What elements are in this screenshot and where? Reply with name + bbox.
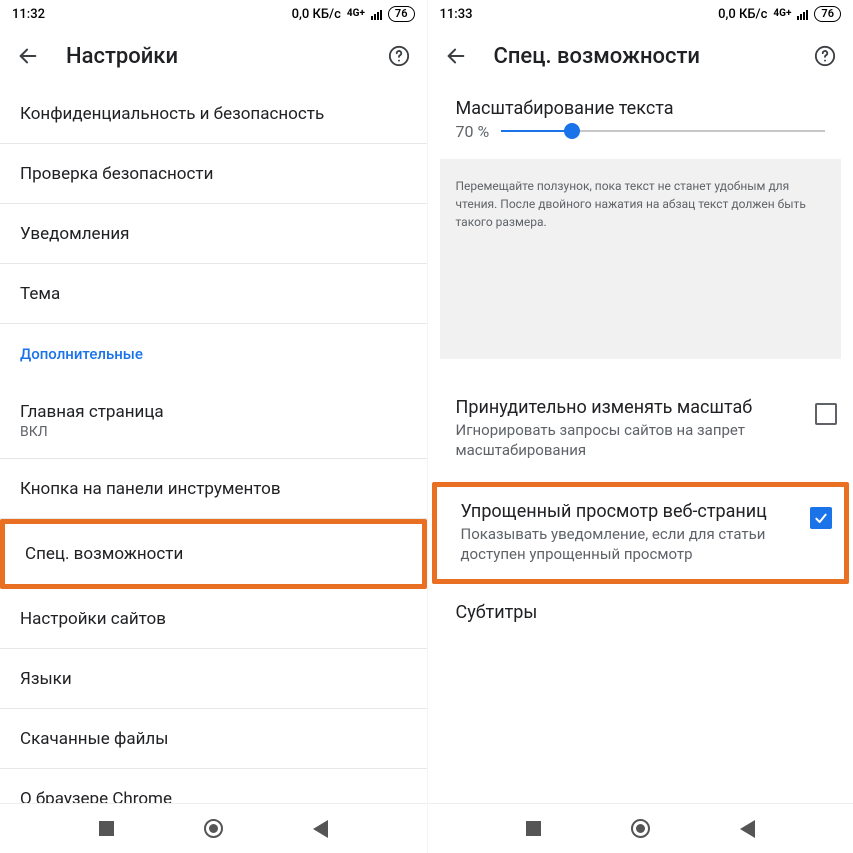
nav-back-icon[interactable] [313,820,328,838]
preview-text: Перемещайте ползунок, пока текст не стан… [456,177,826,231]
text-scaling-value: 70 % [456,122,490,141]
status-network: 4G+ [347,9,365,19]
text-scaling-section: Масштабирование текста 70 % [428,84,853,151]
preview-box: Перемещайте ползунок, пока текст не стан… [440,159,842,359]
setting-title: Принудительно изменять масштаб [456,397,804,418]
row-label: Уведомления [20,224,407,244]
settings-row-homepage[interactable]: Главная страница ВКЛ [0,384,427,459]
app-bar: Спец. возможности [428,28,853,84]
settings-row-notifications[interactable]: Уведомления [0,204,427,264]
setting-sub: Показывать уведомление, если для статьи … [461,524,799,565]
slider-thumb[interactable] [564,123,580,139]
setting-row-force-zoom[interactable]: Принудительно изменять масштаб Игнориров… [428,383,853,476]
nav-recents-icon[interactable] [99,821,114,836]
signal-icon [371,8,382,20]
status-time: 11:33 [440,7,473,22]
app-bar: Настройки [0,28,427,84]
checkbox-force-zoom[interactable] [815,403,837,425]
settings-row-downloads[interactable]: Скачанные файлы [0,709,427,769]
row-label: Скачанные файлы [20,729,407,749]
status-network: 4G+ [773,9,791,19]
nav-home-icon[interactable] [631,819,650,838]
nav-bar [0,803,427,853]
category-label: Дополнительные [20,345,407,363]
nav-bar [428,803,853,853]
settings-row-site-settings[interactable]: Настройки сайтов [0,589,427,649]
settings-row-privacy[interactable]: Конфиденциальность и безопасность [0,84,427,144]
signal-icon [797,8,808,20]
checkbox-simplified-view[interactable] [810,507,832,529]
row-label: Спец. возможности [25,544,402,564]
settings-row-toolbar-button[interactable]: Кнопка на панели инструментов [0,459,427,519]
status-data-rate: 0,0 КБ/с [292,7,341,22]
help-icon[interactable] [385,42,413,70]
status-bar: 11:33 0,0 КБ/с 4G+ 76 [428,0,853,28]
setting-sub: Игнорировать запросы сайтов на запрет ма… [456,420,804,461]
row-label: Тема [20,284,407,304]
settings-row-safety[interactable]: Проверка безопасности [0,144,427,204]
back-icon[interactable] [442,42,470,70]
settings-row-accessibility[interactable]: Спец. возможности [5,524,422,584]
battery-indicator: 76 [388,6,415,22]
settings-list: Конфиденциальность и безопасность Провер… [0,84,427,803]
setting-row-simplified-view[interactable]: Упрощенный просмотр веб-страниц Показыва… [437,487,845,580]
row-label: Проверка безопасности [20,164,407,184]
row-label: Настройки сайтов [20,609,407,629]
row-sub: ВКЛ [20,424,407,440]
row-label: Конфиденциальность и безопасность [20,104,407,124]
page-title: Настройки [66,44,361,69]
setting-row-captions[interactable]: Субтитры [428,588,853,638]
nav-home-icon[interactable] [204,819,223,838]
settings-row-languages[interactable]: Языки [0,649,427,709]
nav-back-icon[interactable] [740,820,755,838]
text-scaling-label: Масштабирование текста [456,98,826,119]
status-bar: 11:32 0,0 КБ/с 4G+ 76 [0,0,427,28]
settings-row-about[interactable]: О браузере Chrome [0,769,427,803]
screen-settings: 11:32 0,0 КБ/с 4G+ 76 Настройки Конфиден… [0,0,427,853]
text-scaling-slider[interactable] [501,121,825,141]
status-right: 0,0 КБ/с 4G+ 76 [292,6,415,22]
highlight-simplified-view: Упрощенный просмотр веб-страниц Показыва… [432,482,850,585]
row-label: Главная страница [20,402,407,422]
nav-recents-icon[interactable] [526,821,541,836]
row-label: Кнопка на панели инструментов [20,479,407,499]
page-title: Спец. возможности [494,44,788,69]
status-data-rate: 0,0 КБ/с [718,7,767,22]
highlight-accessibility: Спец. возможности [0,519,427,589]
help-icon[interactable] [811,42,839,70]
status-time: 11:32 [12,7,45,22]
battery-indicator: 76 [814,6,841,22]
row-label: Языки [20,669,407,689]
back-icon[interactable] [14,42,42,70]
row-label: О браузере Chrome [20,789,407,803]
screen-accessibility: 11:33 0,0 КБ/с 4G+ 76 Спец. возможности … [427,0,853,853]
setting-title: Субтитры [456,602,838,623]
settings-category-advanced: Дополнительные [0,324,427,384]
setting-title: Упрощенный просмотр веб-страниц [461,501,799,522]
slider-fill [501,130,572,132]
status-right: 0,0 КБ/с 4G+ 76 [718,6,841,22]
settings-row-theme[interactable]: Тема [0,264,427,324]
